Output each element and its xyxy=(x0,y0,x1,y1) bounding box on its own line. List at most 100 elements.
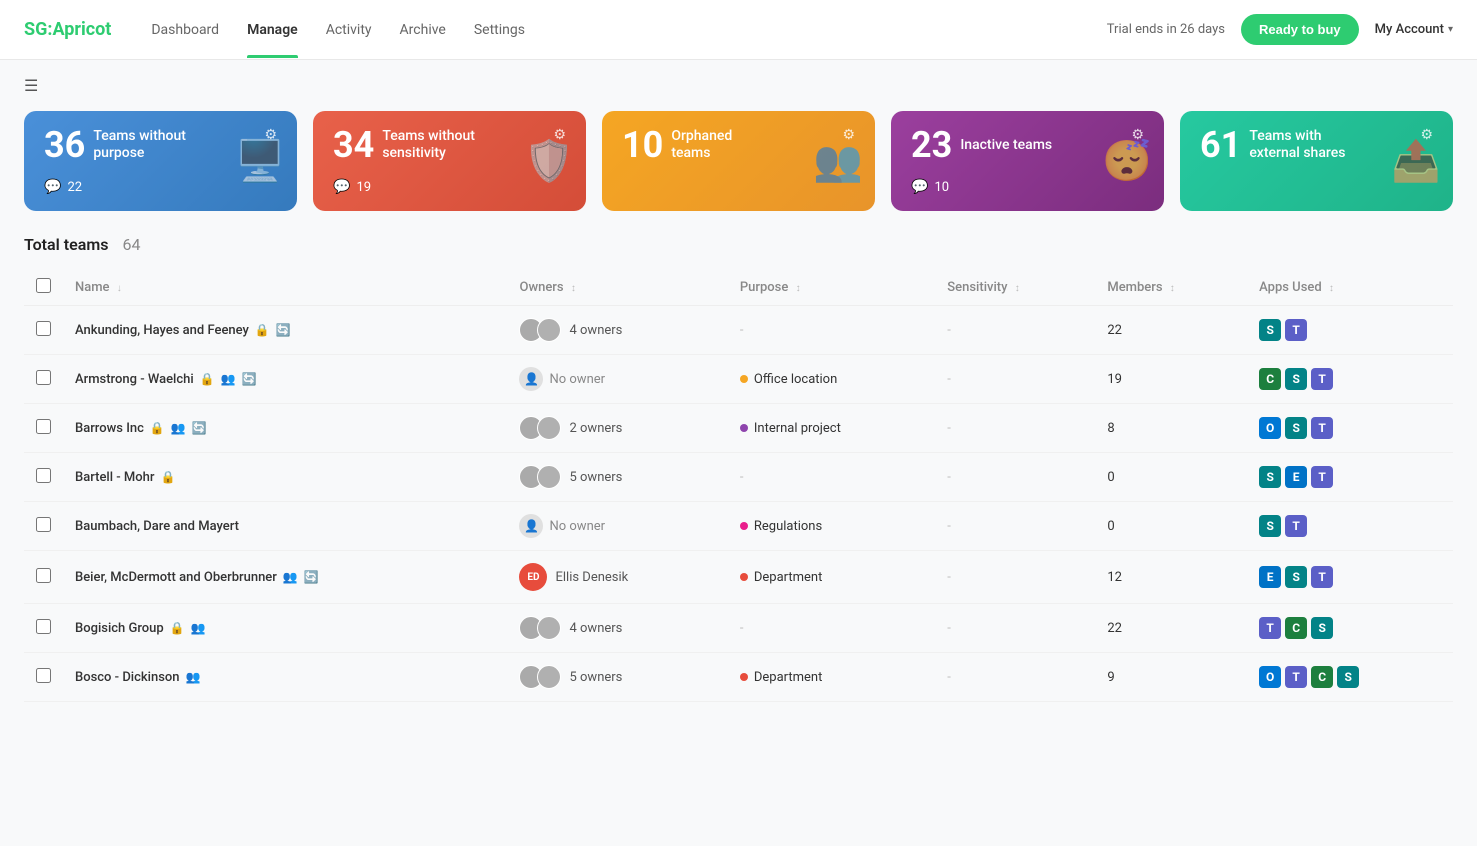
sharepoint-icon: S xyxy=(1311,617,1333,639)
th-apps-used[interactable]: Apps Used ↕ xyxy=(1247,270,1453,306)
table-row: Baumbach, Dare and Mayert👤No ownerRegula… xyxy=(24,502,1453,551)
member-count: 22 xyxy=(1107,323,1122,338)
row-checkbox[interactable] xyxy=(36,468,51,483)
team-name[interactable]: Armstrong - Waelchi🔒👥🔄 xyxy=(75,372,495,387)
sort-icon: ↓ xyxy=(117,283,122,294)
filter-icon[interactable]: ☰ xyxy=(24,76,38,95)
avatar-pair xyxy=(519,465,561,489)
logo-sg: SG: xyxy=(24,19,52,40)
app-icons: ST xyxy=(1259,319,1441,341)
team-name[interactable]: Beier, McDermott and Oberbrunner👥🔄 xyxy=(75,570,495,585)
sensitivity-value: - xyxy=(947,470,951,485)
nav-dashboard[interactable]: Dashboard xyxy=(151,14,219,46)
owner-text: No owner xyxy=(549,372,605,387)
purpose-indicator: Regulations xyxy=(740,519,822,534)
teams-icon: T xyxy=(1311,368,1333,390)
row-checkbox[interactable] xyxy=(36,419,51,434)
group-icon: 👥 xyxy=(221,372,236,386)
team-name[interactable]: Barrows Inc🔒👥🔄 xyxy=(75,421,495,436)
row-checkbox[interactable] xyxy=(36,619,51,634)
sensitivity-value: - xyxy=(947,323,951,338)
th-purpose[interactable]: Purpose ↕ xyxy=(728,270,935,306)
owner-text: 5 owners xyxy=(569,470,622,485)
team-name[interactable]: Bogisich Group🔒👥 xyxy=(75,621,495,636)
team-name[interactable]: Bosco - Dickinson👥 xyxy=(75,670,495,685)
purpose-label: Department xyxy=(754,570,823,585)
sensitivity-value: - xyxy=(947,621,951,636)
nav-links: Dashboard Manage Activity Archive Settin… xyxy=(151,14,1106,46)
row-checkbox[interactable] xyxy=(36,668,51,683)
total-teams-count: 64 xyxy=(122,235,140,254)
team-name[interactable]: Ankunding, Hayes and Feeney🔒🔄 xyxy=(75,323,495,338)
purpose-dot xyxy=(740,375,748,383)
avatar-pair xyxy=(519,318,561,342)
row-checkbox[interactable] xyxy=(36,370,51,385)
trial-text: Trial ends in 26 days xyxy=(1107,22,1225,37)
member-count: 12 xyxy=(1107,570,1122,585)
owner-cell: 5 owners xyxy=(519,465,715,489)
teams-icon: T xyxy=(1311,466,1333,488)
logo: SG:Apricot xyxy=(24,19,111,40)
owner-cell: 2 owners xyxy=(519,416,715,440)
nav-manage[interactable]: Manage xyxy=(247,14,298,46)
card-title: Teams without sensitivity xyxy=(382,128,482,162)
chat-icon: 💬 xyxy=(44,179,61,195)
nav-archive[interactable]: Archive xyxy=(400,14,446,46)
th-name[interactable]: Name ↓ xyxy=(63,270,507,306)
logo-apricot: Apricot xyxy=(52,19,111,40)
card-title: Orphaned teams xyxy=(671,128,771,162)
team-name[interactable]: Bartell - Mohr🔒 xyxy=(75,470,495,485)
th-members[interactable]: Members ↕ xyxy=(1095,270,1247,306)
stat-card-external: 61 Teams with external shares ⚙ 📤 xyxy=(1180,111,1453,211)
member-count: 8 xyxy=(1107,421,1114,436)
group-icon: 👥 xyxy=(186,670,201,684)
owner-text: 4 owners xyxy=(569,621,622,636)
team-name[interactable]: Baumbach, Dare and Mayert xyxy=(75,519,495,534)
table-row: Bosco - Dickinson👥 5 owners Department-9… xyxy=(24,653,1453,702)
nav-activity[interactable]: Activity xyxy=(326,14,372,46)
member-count: 22 xyxy=(1107,621,1122,636)
teams-icon: T xyxy=(1259,617,1281,639)
chevron-down-icon: ▾ xyxy=(1448,24,1453,35)
select-all-checkbox[interactable] xyxy=(36,278,51,293)
row-checkbox[interactable] xyxy=(36,568,51,583)
app-icons: OST xyxy=(1259,417,1441,439)
th-sensitivity[interactable]: Sensitivity ↕ xyxy=(935,270,1095,306)
card-number: 36 xyxy=(44,127,85,163)
my-account-menu[interactable]: My Account ▾ xyxy=(1375,22,1453,37)
group-icon: 👥 xyxy=(171,421,186,435)
owner-text: Ellis Denesik xyxy=(555,570,628,585)
avatar-pair xyxy=(519,416,561,440)
purpose-dot xyxy=(740,424,748,432)
lock-icon: 🔒 xyxy=(255,323,270,337)
ready-to-buy-button[interactable]: Ready to buy xyxy=(1241,14,1359,45)
teams-icon: T xyxy=(1311,417,1333,439)
row-checkbox[interactable] xyxy=(36,321,51,336)
refresh-icon: 🔄 xyxy=(276,323,291,337)
app-icons: TCS xyxy=(1259,617,1441,639)
row-checkbox[interactable] xyxy=(36,517,51,532)
sort-icon: ↕ xyxy=(796,283,801,294)
group-icon: 👥 xyxy=(283,570,298,584)
app-icons: EST xyxy=(1259,566,1441,588)
avatar xyxy=(537,465,561,489)
card-badge: 22 xyxy=(67,180,82,195)
teams-icon: T xyxy=(1285,319,1307,341)
teams-icon: T xyxy=(1311,566,1333,588)
card-number: 34 xyxy=(333,127,374,163)
owner-text: 5 owners xyxy=(569,670,622,685)
avatar-pair xyxy=(519,665,561,689)
th-owners[interactable]: Owners ↕ xyxy=(507,270,727,306)
sharepoint-icon: S xyxy=(1259,515,1281,537)
card-illustration: 🖥️ xyxy=(235,138,285,185)
table-row: Ankunding, Hayes and Feeney🔒🔄 4 owners -… xyxy=(24,306,1453,355)
purpose-dot xyxy=(740,673,748,681)
nav-settings[interactable]: Settings xyxy=(474,14,525,46)
refresh-icon: 🔄 xyxy=(192,421,207,435)
card-illustration: 😴 xyxy=(1102,138,1152,185)
purpose-label: Department xyxy=(754,670,823,685)
purpose-label: Internal project xyxy=(754,421,841,436)
teams-icon: T xyxy=(1285,515,1307,537)
card-number: 23 xyxy=(911,127,952,163)
table-row: Armstrong - Waelchi🔒👥🔄👤No ownerOffice lo… xyxy=(24,355,1453,404)
